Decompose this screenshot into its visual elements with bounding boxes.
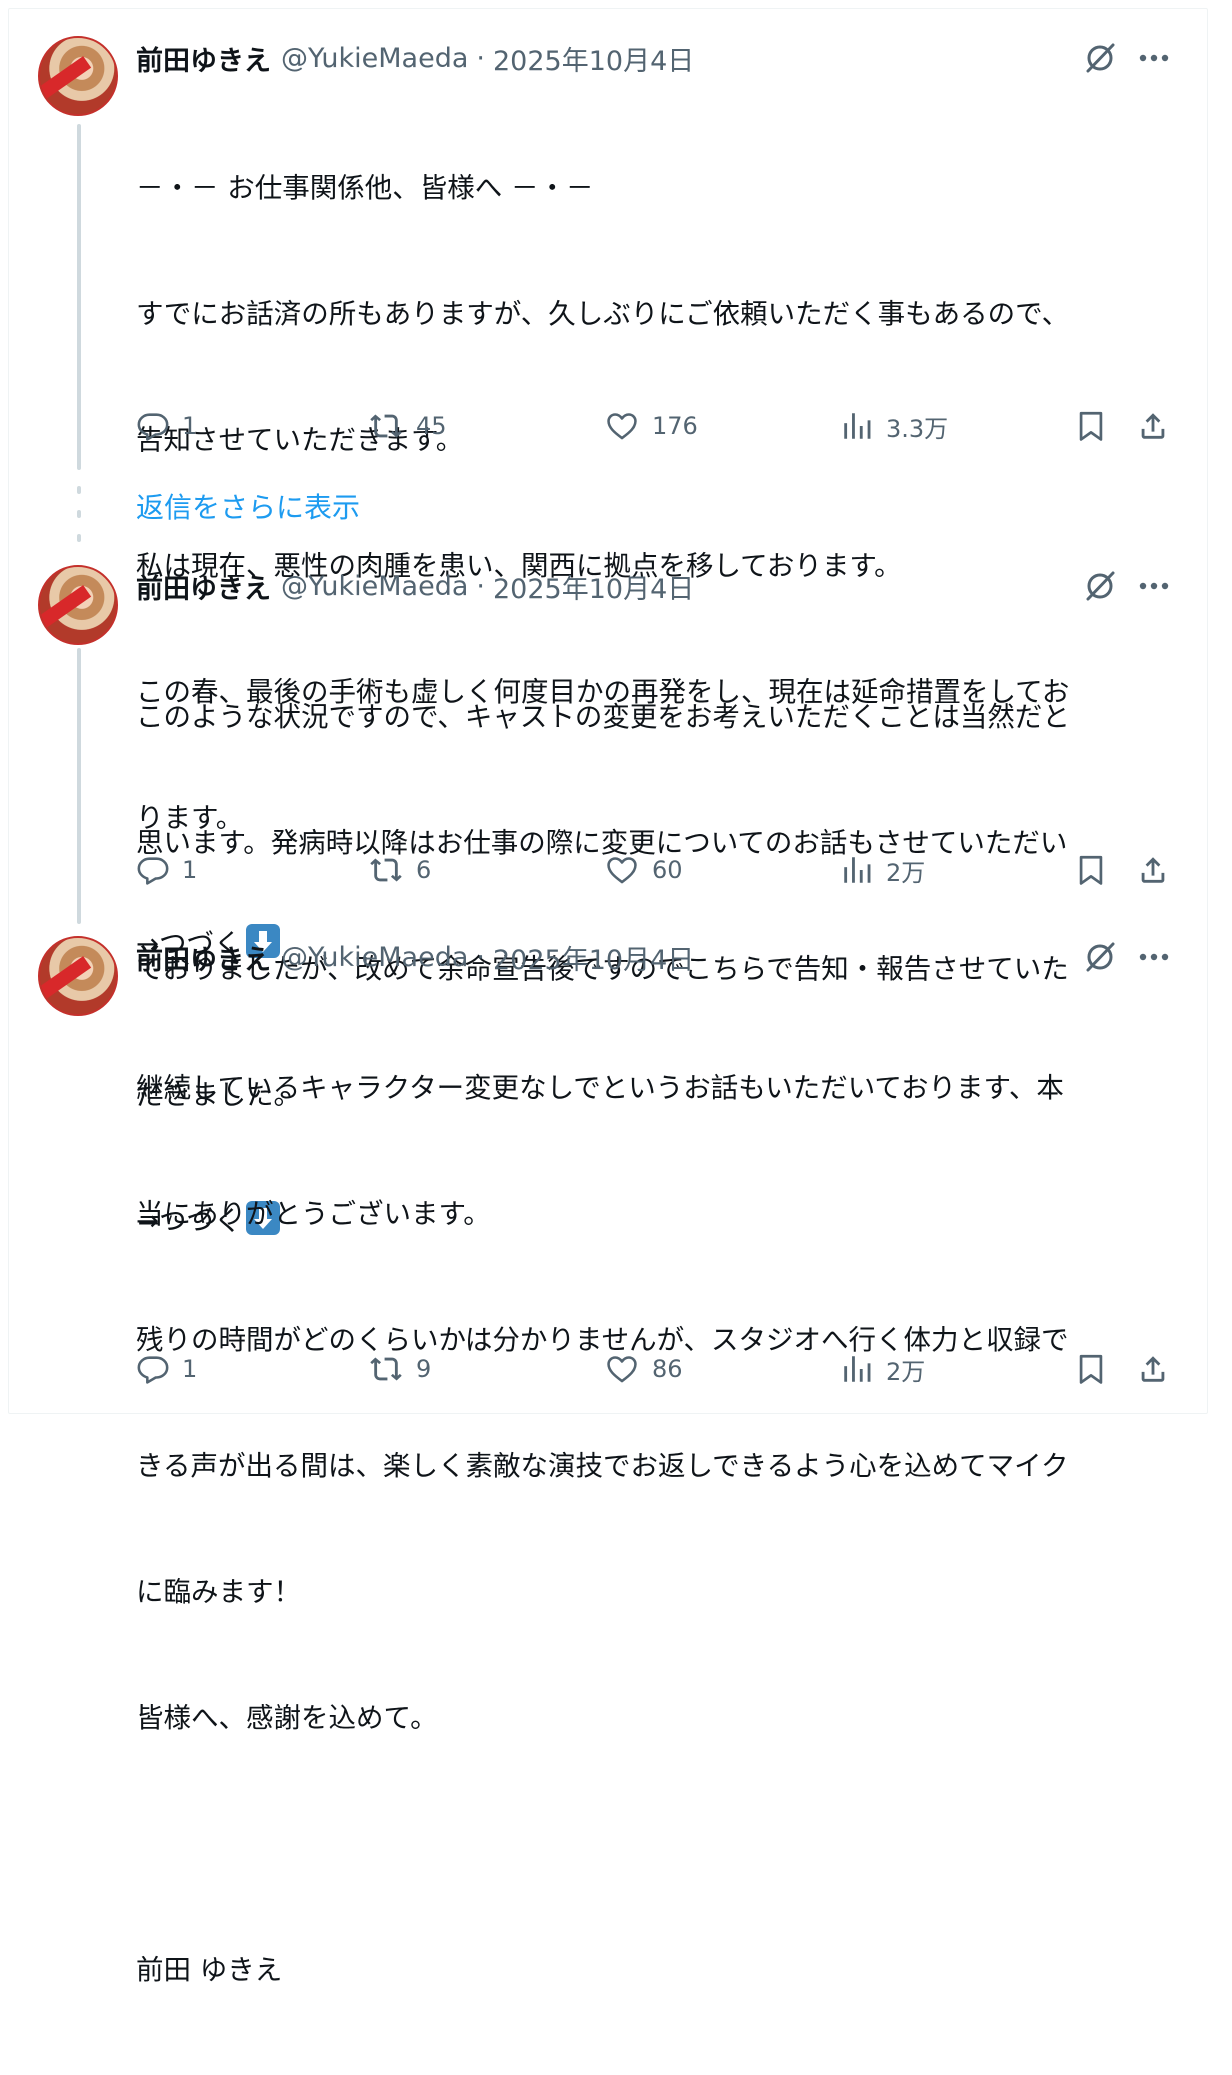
share-button[interactable] <box>1136 406 1170 446</box>
tweet-actions: 1 9 86 2万 <box>0 1349 1232 1389</box>
views-count: 2万 <box>886 1357 926 1386</box>
repost-icon <box>370 858 402 882</box>
repost-count: 9 <box>416 1355 432 1383</box>
like-count: 60 <box>652 856 683 884</box>
repost-icon <box>370 1357 402 1381</box>
reply-icon <box>137 413 169 441</box>
tweet-header: 前田ゆきえ @YukieMaeda · 2025年10月4日 <box>136 566 694 606</box>
tweet-date[interactable]: 2025年10月4日 <box>493 39 694 78</box>
like-button[interactable]: 86 <box>604 1349 683 1389</box>
author-name[interactable]: 前田ゆきえ <box>136 39 271 78</box>
text-line: －・－ お仕事関係他、皆様へ －・－ <box>136 172 594 204</box>
views-button[interactable]: 3.3万 <box>840 406 948 446</box>
repost-button[interactable]: 45 <box>368 406 447 446</box>
bookmark-icon <box>1079 855 1103 885</box>
tweet-actions: 1 6 60 2万 <box>0 850 1232 890</box>
author-handle[interactable]: @YukieMaeda <box>281 571 468 602</box>
reply-count: 1 <box>182 412 198 440</box>
share-button[interactable] <box>1136 850 1170 890</box>
text-line <box>136 1823 1166 1865</box>
tweet-header: 前田ゆきえ @YukieMaeda · 2025年10月4日 <box>136 937 694 977</box>
text-line: 継続しているキャラクター変更なしでというお話もいただいております、本 <box>136 1072 1064 1104</box>
bookmark-button[interactable] <box>1074 850 1108 890</box>
views-icon <box>844 857 871 883</box>
like-count: 86 <box>652 1355 683 1383</box>
share-icon <box>1141 857 1165 883</box>
thread-gap-dots <box>77 486 81 542</box>
text-line: 皆様へ、感謝を込めて。 <box>136 1702 438 1734</box>
reply-button[interactable]: 1 <box>136 850 197 890</box>
tweet-text: 継続しているキャラクター変更なしでというお話もいただいております、本 当にありが… <box>136 983 1166 2075</box>
repost-count: 45 <box>416 412 447 440</box>
text-line: すでにお話済の所もありますが、久しぶりにご依頼いただく事もあるので、 <box>136 298 1070 330</box>
like-button[interactable]: 176 <box>604 406 698 446</box>
author-name[interactable]: 前田ゆきえ <box>136 938 271 977</box>
author-handle[interactable]: @YukieMaeda <box>281 942 468 973</box>
grok-icon[interactable] <box>1080 38 1120 78</box>
tweet-actions: 1 45 176 3.3万 <box>0 406 1232 446</box>
share-button[interactable] <box>1136 1349 1170 1389</box>
bookmark-icon <box>1079 1354 1103 1384</box>
repost-button[interactable]: 9 <box>368 1349 431 1389</box>
views-count: 3.3万 <box>886 414 949 443</box>
reply-count: 1 <box>182 1355 198 1383</box>
reply-button[interactable]: 1 <box>136 406 197 446</box>
heart-icon <box>607 413 637 440</box>
grok-icon[interactable] <box>1080 566 1120 606</box>
author-avatar[interactable] <box>38 36 118 116</box>
repost-count: 6 <box>416 856 432 884</box>
show-more-replies-link[interactable]: 返信をさらに表示 <box>136 486 360 526</box>
text-line: このような状況ですので、キャストの変更をお考えいただくことは当然だと <box>136 701 1070 733</box>
heart-icon <box>607 1356 637 1383</box>
share-icon <box>1141 413 1165 439</box>
like-count: 176 <box>652 412 698 440</box>
author-avatar[interactable] <box>38 565 118 645</box>
separator: · <box>476 42 485 74</box>
like-button[interactable]: 60 <box>604 850 683 890</box>
reply-count: 1 <box>182 856 198 884</box>
views-button[interactable]: 2万 <box>840 850 925 890</box>
more-icon[interactable] <box>1134 937 1174 977</box>
share-icon <box>1141 1356 1165 1382</box>
tweet-date[interactable]: 2025年10月4日 <box>493 567 694 606</box>
grok-icon[interactable] <box>1080 937 1120 977</box>
more-icon[interactable] <box>1134 566 1174 606</box>
reply-icon <box>137 857 169 885</box>
tweet-date[interactable]: 2025年10月4日 <box>493 938 694 977</box>
separator: · <box>476 941 485 973</box>
author-handle[interactable]: @YukieMaeda <box>281 43 468 74</box>
views-icon <box>844 413 871 439</box>
bookmark-button[interactable] <box>1074 406 1108 446</box>
views-count: 2万 <box>886 858 926 887</box>
views-icon <box>844 1356 871 1382</box>
author-name[interactable]: 前田ゆきえ <box>136 567 271 606</box>
bookmark-icon <box>1079 411 1103 441</box>
text-line: 前田 ゆきえ <box>136 1954 283 1986</box>
heart-icon <box>607 857 637 884</box>
more-icon[interactable] <box>1134 38 1174 78</box>
bookmark-button[interactable] <box>1074 1349 1108 1389</box>
text-line: に臨みます！ <box>136 1576 301 1608</box>
text-line: 当にありがとうございます。 <box>136 1198 491 1230</box>
author-avatar[interactable] <box>38 936 118 1016</box>
reply-icon <box>137 1356 169 1384</box>
separator: · <box>476 570 485 602</box>
reply-button[interactable]: 1 <box>136 1349 197 1389</box>
views-button[interactable]: 2万 <box>840 1349 925 1389</box>
tweet-header: 前田ゆきえ @YukieMaeda · 2025年10月4日 <box>136 38 694 78</box>
repost-button[interactable]: 6 <box>368 850 431 890</box>
text-line: きる声が出る間は、楽しく素敵な演技でお返しできるよう心を込めてマイク <box>136 1450 1069 1482</box>
repost-icon <box>370 414 402 438</box>
